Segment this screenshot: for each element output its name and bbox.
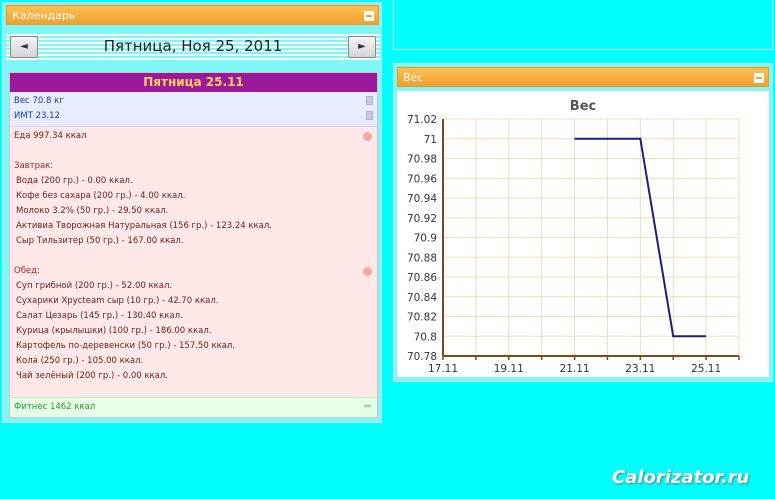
x-tick-label: 23.11 [625, 363, 655, 375]
calendar-header[interactable]: Календарь [6, 5, 379, 25]
chart-title: Вес [570, 99, 596, 114]
meal-title-breakfast: Завтрак: [14, 161, 54, 171]
day-card: Пятница 25.11 Вес 70.8 кг ИМТ 23.12 Еда … [9, 72, 378, 418]
weight-text: Вес 70.8 кг [14, 96, 64, 106]
day-title[interactable]: Пятница 25.11 [10, 73, 377, 92]
weight-row[interactable]: Вес 70.8 кг [14, 94, 377, 109]
weight-chart-svg: Вес 71.02 71 70.98 70.96 70.94 70.92 70.9 70.88… [407, 99, 740, 375]
y-tick-label: 70.92 [407, 213, 437, 225]
food-item: Чай зелёный (200 гр.) - 0.00 ккал. [16, 371, 168, 381]
refresh-arrow-icon[interactable]: ➦ [364, 402, 372, 412]
y-tick-label: 71.02 [407, 114, 437, 126]
food-item: Активиа Творожная Натуральная (156 гр.) … [16, 221, 272, 231]
food-item: Сухарики Хрусteam сыр (10 гр.) - 42.70 к… [16, 296, 219, 306]
y-tick-label: 70.98 [407, 154, 437, 166]
prev-day-button[interactable]: ◄ [10, 36, 38, 58]
food-item: Салат Цезарь (145 гр.) - 130.40 ккал. [16, 311, 183, 321]
document-icon[interactable] [366, 111, 373, 120]
calendar-header-title: Календарь [12, 9, 76, 22]
y-tick-label: 70.88 [407, 252, 437, 264]
apple-icon[interactable] [363, 267, 372, 276]
y-tick-label: 70.96 [407, 173, 437, 185]
food-item: Вода (200 гр.) - 0.00 ккал. [16, 176, 133, 186]
calendar-panel: Календарь ◄ Пятница, Ноя 25, 2011 ► Пятн… [2, 2, 382, 423]
y-tick-label: 70.94 [407, 193, 437, 205]
y-tick-label: 70.86 [407, 272, 437, 284]
food-total: Еда 997.34 ккал [14, 131, 87, 141]
date-navigation: ◄ Пятница, Ноя 25, 2011 ► [6, 34, 380, 62]
fitness-row[interactable]: Фитнес 1462 ккал ➦ [10, 397, 377, 417]
x-tick-label: 17.11 [428, 363, 458, 375]
y-tick-label: 70.9 [414, 233, 437, 245]
empty-panel [393, 0, 773, 50]
fitness-text: Фитнес 1462 ккал [14, 402, 96, 412]
weight-header[interactable]: Вес [397, 67, 769, 87]
x-tick-label: 21.11 [560, 363, 590, 375]
y-tick-label: 70.82 [407, 312, 437, 324]
food-item: Курица (крылышки) (100 гр.) - 186.00 кка… [16, 326, 212, 336]
y-tick-label: 70.78 [407, 351, 437, 363]
collapse-icon[interactable] [754, 73, 764, 83]
meal-title-lunch: Обед: [14, 266, 40, 276]
weight-chart: Вес 71.02 71 70.98 70.96 70.94 70.92 70.9 70.88… [397, 91, 769, 377]
next-day-button[interactable]: ► [348, 36, 376, 58]
food-item: Молоко 3.2% (50 гр.) - 29.50 ккал. [16, 206, 169, 216]
bmi-text: ИМТ 23.12 [14, 111, 60, 121]
apple-icon[interactable] [363, 132, 372, 141]
y-tick-label: 70.8 [414, 331, 437, 343]
bmi-row: ИМТ 23.12 [14, 109, 377, 124]
food-item: Кола (250 гр.) - 105.00 ккал. [16, 356, 144, 366]
document-icon[interactable] [366, 96, 373, 105]
date-title: Пятница, Ноя 25, 2011 [103, 37, 283, 55]
food-item: Кофе без сахара (200 гр.) - 4.00 ккал. [16, 191, 186, 201]
food-item: Суп грибной (200 гр.) - 52.00 ккал. [16, 281, 173, 291]
y-tick-label: 71 [424, 134, 437, 146]
x-tick-label: 19.11 [494, 363, 524, 375]
metrics-section: Вес 70.8 кг ИМТ 23.12 [10, 92, 377, 127]
food-item: Картофель по-деревенски (50 гр.) - 157.5… [16, 341, 236, 351]
food-section: Еда 997.34 ккал Завтрак: Вода (200 гр.) … [10, 127, 377, 399]
x-tick-label: 25.11 [691, 363, 721, 375]
food-item: Сыр Тильзитер (50 гр.) - 167.00 ккал. [16, 236, 184, 246]
weight-header-title: Вес [403, 71, 424, 84]
y-tick-label: 70.84 [407, 292, 437, 304]
collapse-icon[interactable] [364, 11, 374, 21]
weight-panel: Вес Вес 71.02 71 70.98 70.96 70.94 70.92 70.9 7… [393, 63, 773, 382]
watermark-logo: Calorizator.ru [612, 467, 750, 488]
